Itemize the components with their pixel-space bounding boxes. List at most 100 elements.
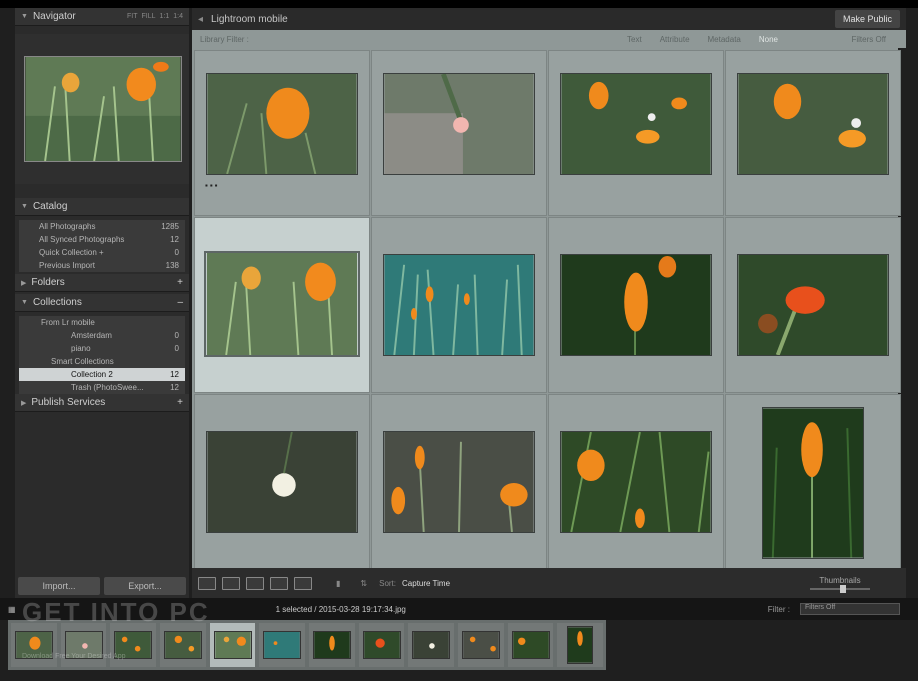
filmstrip-thumb-selected[interactable] <box>209 623 256 667</box>
filmstrip-thumb[interactable] <box>259 623 306 667</box>
collection-item-selected[interactable]: Collection 2 12 <box>19 368 185 381</box>
catalog-item-label: Quick Collection + <box>39 248 104 257</box>
catalog-item[interactable]: Quick Collection + 0 <box>19 246 185 259</box>
filter-none-tab[interactable]: None <box>759 35 778 44</box>
filmstrip-thumb[interactable] <box>160 623 206 667</box>
catalog-item-label: All Synced Photographs <box>39 235 125 244</box>
zoom-1-4[interactable]: 1:4 <box>173 13 183 20</box>
badge-dots: ▪▪▪ <box>205 181 220 190</box>
grid-cell[interactable] <box>371 50 547 216</box>
grid-cell-selected[interactable] <box>194 217 370 393</box>
collection-label: Amsterdam <box>71 331 112 340</box>
collapse-triangle-icon[interactable]: ▼ <box>21 203 28 210</box>
catalog-item[interactable]: All Photographs 1285 <box>19 220 185 233</box>
collection-item[interactable]: Trash (PhotoSwee... 12 <box>19 381 185 394</box>
zoom-fit[interactable]: FIT <box>127 13 138 20</box>
filmstrip-thumb[interactable] <box>11 623 57 667</box>
collections-header[interactable]: ▼ Collections – <box>15 294 189 312</box>
folders-header[interactable]: ▶ Folders + <box>15 274 189 292</box>
sort-direction-icon[interactable]: ⇅ <box>360 579 367 588</box>
grid-cell[interactable] <box>194 394 370 570</box>
add-icon[interactable]: – <box>177 297 183 308</box>
import-button[interactable]: Import... <box>18 577 100 595</box>
expand-triangle-icon[interactable]: ▶ <box>21 279 26 287</box>
photo-thumbnail[interactable] <box>383 254 535 356</box>
filmstrip-thumb[interactable] <box>408 623 455 667</box>
spray-can-icon[interactable]: ▮ <box>336 579 340 588</box>
catalog-item[interactable]: All Synced Photographs 12 <box>19 233 185 246</box>
catalog-item-label: Previous Import <box>39 261 96 270</box>
export-button[interactable]: Export... <box>104 577 186 595</box>
collection-set-item[interactable]: From Lr mobile <box>19 316 185 329</box>
publish-title: Publish Services <box>31 397 106 408</box>
filter-text-tab[interactable]: Text <box>627 35 642 44</box>
compare-view-icon[interactable] <box>246 576 264 590</box>
grid-view-icon[interactable] <box>198 576 216 590</box>
filter-metadata-tab[interactable]: Metadata <box>708 35 741 44</box>
collapse-triangle-icon[interactable]: ▼ <box>21 13 28 20</box>
grid-cell[interactable] <box>548 394 724 570</box>
collapse-triangle-icon[interactable]: ▼ <box>21 299 28 306</box>
catalog-header[interactable]: ▼ Catalog <box>15 198 189 216</box>
catalog-item-count: 12 <box>170 235 179 244</box>
navigator-header[interactable]: ▼ Navigator FIT FILL 1:1 1:4 <box>15 8 189 26</box>
photo-thumbnail[interactable] <box>560 73 712 175</box>
filmstrip-thumb[interactable] <box>60 623 107 667</box>
watermark-subtext: Download Free Your Desired App <box>22 653 126 660</box>
grid-cell[interactable] <box>548 217 724 393</box>
filter-attribute-tab[interactable]: Attribute <box>660 35 690 44</box>
filmstrip-thumb[interactable] <box>507 623 554 667</box>
collection-item[interactable]: piano 0 <box>19 342 185 355</box>
photo-thumbnail[interactable] <box>383 73 535 175</box>
filmstrip-thumb[interactable] <box>110 623 157 667</box>
grid-cell[interactable] <box>725 394 901 570</box>
filmstrip-path[interactable]: 1 selected / 2015-03-28 19:17:34.jpg <box>276 605 406 614</box>
catalog-title: Catalog <box>32 201 68 212</box>
photo-thumbnail[interactable] <box>204 251 360 357</box>
grid-cell[interactable] <box>725 217 901 393</box>
import-export-bar: Import... Export... <box>15 574 189 598</box>
grid-cell[interactable] <box>725 50 901 216</box>
grid-cell[interactable] <box>548 50 724 216</box>
grid-toggle-icon[interactable]: ▦ <box>8 605 16 614</box>
navigator-preview[interactable] <box>24 56 182 162</box>
survey-view-icon[interactable] <box>270 576 288 590</box>
collection-count: 12 <box>170 383 179 392</box>
filmstrip-filter-label: Filter : <box>767 604 790 614</box>
photo-thumbnail[interactable] <box>383 431 535 533</box>
filmstrip-filter-select[interactable]: Filters Off <box>800 603 900 615</box>
photo-thumbnail[interactable] <box>206 431 358 533</box>
grid-cell[interactable] <box>371 217 547 393</box>
photo-thumbnail[interactable] <box>762 407 864 559</box>
filmstrip-thumb[interactable] <box>309 623 355 667</box>
grid-cell[interactable] <box>371 394 547 570</box>
collection-item[interactable]: Amsterdam 0 <box>19 329 185 342</box>
people-view-icon[interactable] <box>294 576 312 590</box>
loupe-view-icon[interactable] <box>222 576 240 590</box>
publish-header[interactable]: ▶ Publish Services + <box>15 394 189 412</box>
photo-thumbnail[interactable] <box>737 254 889 356</box>
filmstrip-thumb[interactable] <box>358 623 405 667</box>
add-icon[interactable]: + <box>177 397 183 408</box>
zoom-fill[interactable]: FILL <box>142 13 156 20</box>
collection-set-item[interactable]: Smart Collections <box>19 355 185 368</box>
grid-cell[interactable]: ▪▪▪ <box>194 50 370 216</box>
make-public-button[interactable]: Make Public <box>834 10 900 28</box>
expand-triangle-icon[interactable]: ▶ <box>21 399 26 407</box>
thumbnail-size-slider[interactable] <box>810 585 870 593</box>
catalog-item-count: 1285 <box>161 222 179 231</box>
filmstrip-thumb[interactable] <box>557 623 604 667</box>
photo-thumbnail[interactable] <box>206 73 358 175</box>
sort-select[interactable]: Capture Time <box>402 579 450 588</box>
slider-handle[interactable] <box>840 585 846 593</box>
photo-thumbnail[interactable] <box>560 254 712 356</box>
filmstrip-thumb[interactable] <box>458 623 504 667</box>
library-filter-bar: Library Filter : Text Attribute Metadata… <box>192 30 906 48</box>
photo-thumbnail[interactable] <box>560 431 712 533</box>
catalog-item[interactable]: Previous Import 138 <box>19 259 185 272</box>
add-icon[interactable]: + <box>177 277 183 288</box>
zoom-1-1[interactable]: 1:1 <box>160 13 170 20</box>
filters-off-select[interactable]: Filters Off <box>851 35 886 44</box>
photo-thumbnail[interactable] <box>737 73 889 175</box>
collection-count: 0 <box>174 331 179 340</box>
